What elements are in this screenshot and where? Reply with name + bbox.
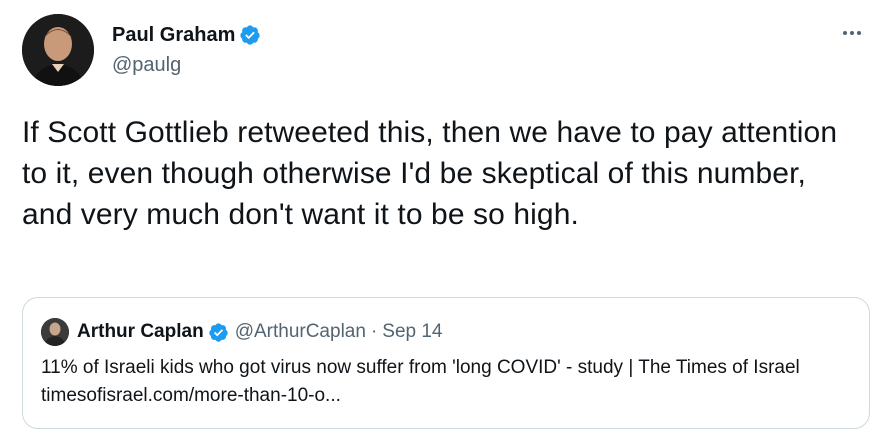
tweet-card: Paul Graham @paulg If Scott Gottlieb ret… <box>0 0 884 443</box>
quoted-verified-badge-icon <box>208 322 229 343</box>
author-avatar[interactable] <box>22 14 94 86</box>
verified-badge-icon <box>239 24 261 46</box>
author-name[interactable]: Paul Graham <box>112 22 235 48</box>
author-handle[interactable]: @paulg <box>112 52 181 78</box>
quoted-date[interactable]: Sep 14 <box>382 321 442 343</box>
tweet-text: If Scott Gottlieb retweeted this, then w… <box>22 116 838 231</box>
more-horizontal-icon[interactable] <box>838 22 866 44</box>
quoted-author-avatar <box>41 318 69 346</box>
quoted-author-handle: @ArthurCaplan <box>234 321 366 342</box>
quoted-author-name: Arthur Caplan <box>77 321 204 342</box>
quoted-tweet[interactable]: Arthur Caplan @ArthurCaplan · Sep 14 11%… <box>22 297 870 429</box>
separator-dot: · <box>370 321 378 342</box>
quoted-tweet-text: 11% of Israeli kids who got virus now su… <box>41 357 800 406</box>
